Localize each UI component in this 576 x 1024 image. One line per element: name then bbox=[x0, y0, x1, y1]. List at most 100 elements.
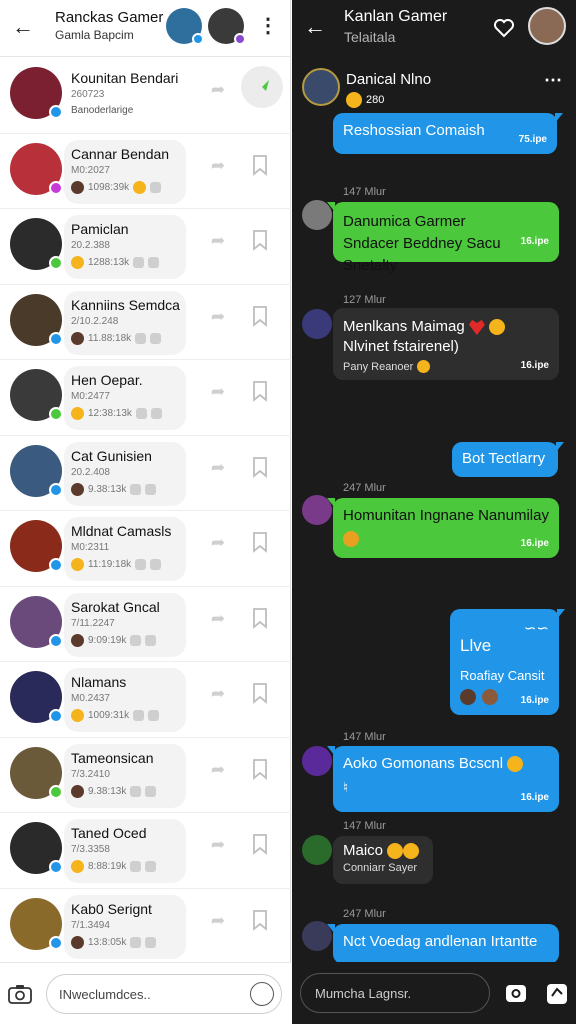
bookmark-icon[interactable] bbox=[251, 909, 269, 933]
conversation-row[interactable]: Pamiclan 20.2.388 1288:13k ➦ bbox=[0, 209, 291, 285]
send-button[interactable] bbox=[241, 66, 283, 108]
more-vertical-icon[interactable]: ⋮ bbox=[258, 14, 278, 40]
bookmark-icon[interactable] bbox=[251, 758, 269, 782]
forward-icon[interactable]: ➦ bbox=[208, 80, 228, 100]
avatar[interactable] bbox=[10, 897, 63, 950]
forward-icon[interactable]: ➦ bbox=[208, 760, 228, 780]
status-badge bbox=[49, 558, 63, 572]
forward-icon[interactable]: ➦ bbox=[208, 533, 228, 553]
sender-avatar[interactable] bbox=[302, 68, 340, 106]
conversation-row[interactable]: Cannar Bendan M0:2027 1098:39k ➦ bbox=[0, 134, 291, 209]
header-avatar-2[interactable] bbox=[208, 8, 246, 45]
bookmark-icon[interactable] bbox=[251, 229, 269, 253]
forward-icon[interactable]: ➦ bbox=[208, 684, 228, 704]
bookmark-icon[interactable] bbox=[251, 607, 269, 631]
conversation-row[interactable]: Sarokat Gncal 7/11.2247 9:09:19k ➦ bbox=[0, 587, 291, 662]
bookmark-icon[interactable] bbox=[251, 833, 269, 857]
avatar[interactable] bbox=[10, 746, 63, 799]
status-badge bbox=[49, 331, 63, 346]
forward-icon[interactable]: ➦ bbox=[208, 911, 228, 931]
meta-text: 9:09:19k bbox=[88, 634, 127, 646]
bookmark-icon[interactable] bbox=[251, 380, 269, 404]
camera-icon[interactable] bbox=[8, 983, 32, 1005]
status-badge bbox=[192, 33, 204, 45]
bookmark-icon[interactable] bbox=[251, 456, 269, 480]
conversation-row[interactable]: Hen Oepar. M0:2477 12:38:13k ➦ bbox=[0, 360, 291, 436]
conversation-id: M0:2477 bbox=[71, 391, 110, 402]
meta-text: 9.38:13k bbox=[88, 483, 127, 495]
sticker-icon[interactable] bbox=[546, 981, 568, 1005]
avatar[interactable] bbox=[10, 671, 63, 723]
emoji-icon[interactable] bbox=[250, 982, 274, 1006]
message-incoming[interactable]: Homunitan Ingnane Nanumilay 16.ipe bbox=[327, 498, 559, 558]
tag-icon bbox=[145, 936, 157, 948]
forward-icon[interactable]: ➦ bbox=[208, 156, 228, 176]
conversation-row[interactable]: Nlamans M0.2437 1009:31k ➦ bbox=[0, 662, 291, 738]
meta-text: 9.38:13k bbox=[88, 785, 127, 797]
conversation-id: 20.2.388 bbox=[71, 240, 110, 251]
status-badge bbox=[49, 256, 63, 270]
avatar[interactable] bbox=[10, 444, 63, 497]
avatar[interactable] bbox=[10, 822, 63, 874]
conversation-row[interactable]: Mldnat Camasls M0:2311 11:19:18k ➦ bbox=[0, 511, 291, 587]
tag-icon bbox=[150, 332, 162, 344]
bookmark-icon[interactable] bbox=[251, 531, 269, 555]
send-arrow-icon bbox=[255, 80, 269, 94]
back-arrow-icon[interactable]: ← bbox=[10, 14, 36, 40]
avatar[interactable] bbox=[10, 218, 63, 270]
forward-icon[interactable]: ➦ bbox=[208, 609, 228, 629]
sender-avatar[interactable] bbox=[302, 835, 332, 865]
avatar[interactable] bbox=[10, 595, 63, 648]
avatar[interactable] bbox=[10, 293, 63, 346]
avatar[interactable] bbox=[10, 369, 63, 421]
message-outgoing[interactable]: Bot Tectlarry bbox=[452, 442, 564, 477]
conversation-row[interactable]: Kanniins Semdca 2/10.2.248 11.88:18k ➦ bbox=[0, 285, 291, 360]
bookmark-icon[interactable] bbox=[251, 682, 269, 706]
list-header: ← Ranckas Gamer Gamla Bapcim ⋮ bbox=[0, 0, 290, 57]
conversation-row[interactable]: Kounitan Bendari 260723 Banoderlarige ➦ bbox=[0, 58, 291, 134]
message-time: 16.ipe bbox=[520, 695, 549, 706]
meta-text: 1009:31k bbox=[88, 710, 130, 721]
conversation-meta: 13:8:05k bbox=[71, 935, 157, 949]
message-incoming[interactable]: Menlkans Maimag Nlvinet fstairenel) Pany… bbox=[333, 308, 559, 380]
camera-icon[interactable] bbox=[505, 982, 527, 1004]
message-outgoing[interactable]: Reshossian Comaish 75.ipe bbox=[333, 113, 563, 154]
sender-avatar[interactable] bbox=[302, 309, 332, 339]
bookmark-icon[interactable] bbox=[251, 154, 269, 178]
forward-icon[interactable]: ➦ bbox=[208, 382, 228, 402]
message-incoming[interactable]: Aoko Gomonans Bcscnl ♮ 16.ipe bbox=[327, 746, 559, 812]
heart-link-icon[interactable] bbox=[492, 16, 516, 40]
message-text: Reshossian Comaish bbox=[343, 122, 485, 139]
tag-icon bbox=[145, 634, 157, 646]
message-subtext: Pany Reanoer bbox=[343, 360, 414, 373]
conversation-row[interactable]: Cat Gunisien 20.2.408 9.38:13k ➦ bbox=[0, 436, 291, 511]
message-incoming[interactable]: Nct Voedag andlenan Irtantte bbox=[327, 924, 559, 964]
message-incoming[interactable]: Maico Conniarr Sayer bbox=[333, 836, 433, 884]
avatar[interactable] bbox=[10, 142, 63, 195]
conversation-row[interactable]: Kab0 Serignt 7/1.3494 13:8:05k ➦ bbox=[0, 889, 291, 964]
emoji-icon bbox=[71, 407, 84, 420]
avatar[interactable] bbox=[10, 520, 63, 572]
contact-avatar[interactable] bbox=[528, 7, 566, 45]
back-arrow-icon[interactable]: ← bbox=[304, 14, 326, 40]
tag-icon bbox=[148, 710, 160, 721]
forward-icon[interactable]: ➦ bbox=[208, 307, 228, 327]
conversation-row[interactable]: Taned Oced 7/3.3358 8:88:19k ➦ bbox=[0, 813, 291, 889]
conversation-row[interactable]: Tameonsican 7/3.2410 9.38:13k ➦ bbox=[0, 738, 291, 813]
message-outgoing-card[interactable]: Llve Roafiay Cansit ∽∽ 16.ipe bbox=[450, 609, 565, 715]
forward-icon[interactable]: ➦ bbox=[208, 458, 228, 478]
avatar[interactable] bbox=[10, 67, 63, 119]
tag-icon bbox=[145, 483, 157, 495]
message-input[interactable]: Mumcha Lagnsr. bbox=[300, 973, 490, 1013]
sender-count: 280 bbox=[366, 94, 385, 106]
header-avatar-1[interactable] bbox=[166, 8, 204, 45]
meta-text: 1098:39k bbox=[88, 181, 130, 193]
message-incoming[interactable]: Danumica Garmer Sndacer Beddney Sacu Sne… bbox=[327, 202, 559, 274]
forward-icon[interactable]: ➦ bbox=[208, 835, 228, 855]
bookmark-icon[interactable] bbox=[251, 305, 269, 329]
search-input[interactable]: INweclumdces.. bbox=[46, 974, 282, 1014]
more-horizontal-icon[interactable]: ⋯ bbox=[544, 70, 563, 91]
forward-icon[interactable]: ➦ bbox=[208, 231, 228, 251]
message-timestamp: 147 Mlur bbox=[343, 186, 386, 198]
message-subtext: Conniarr Sayer bbox=[343, 862, 417, 875]
